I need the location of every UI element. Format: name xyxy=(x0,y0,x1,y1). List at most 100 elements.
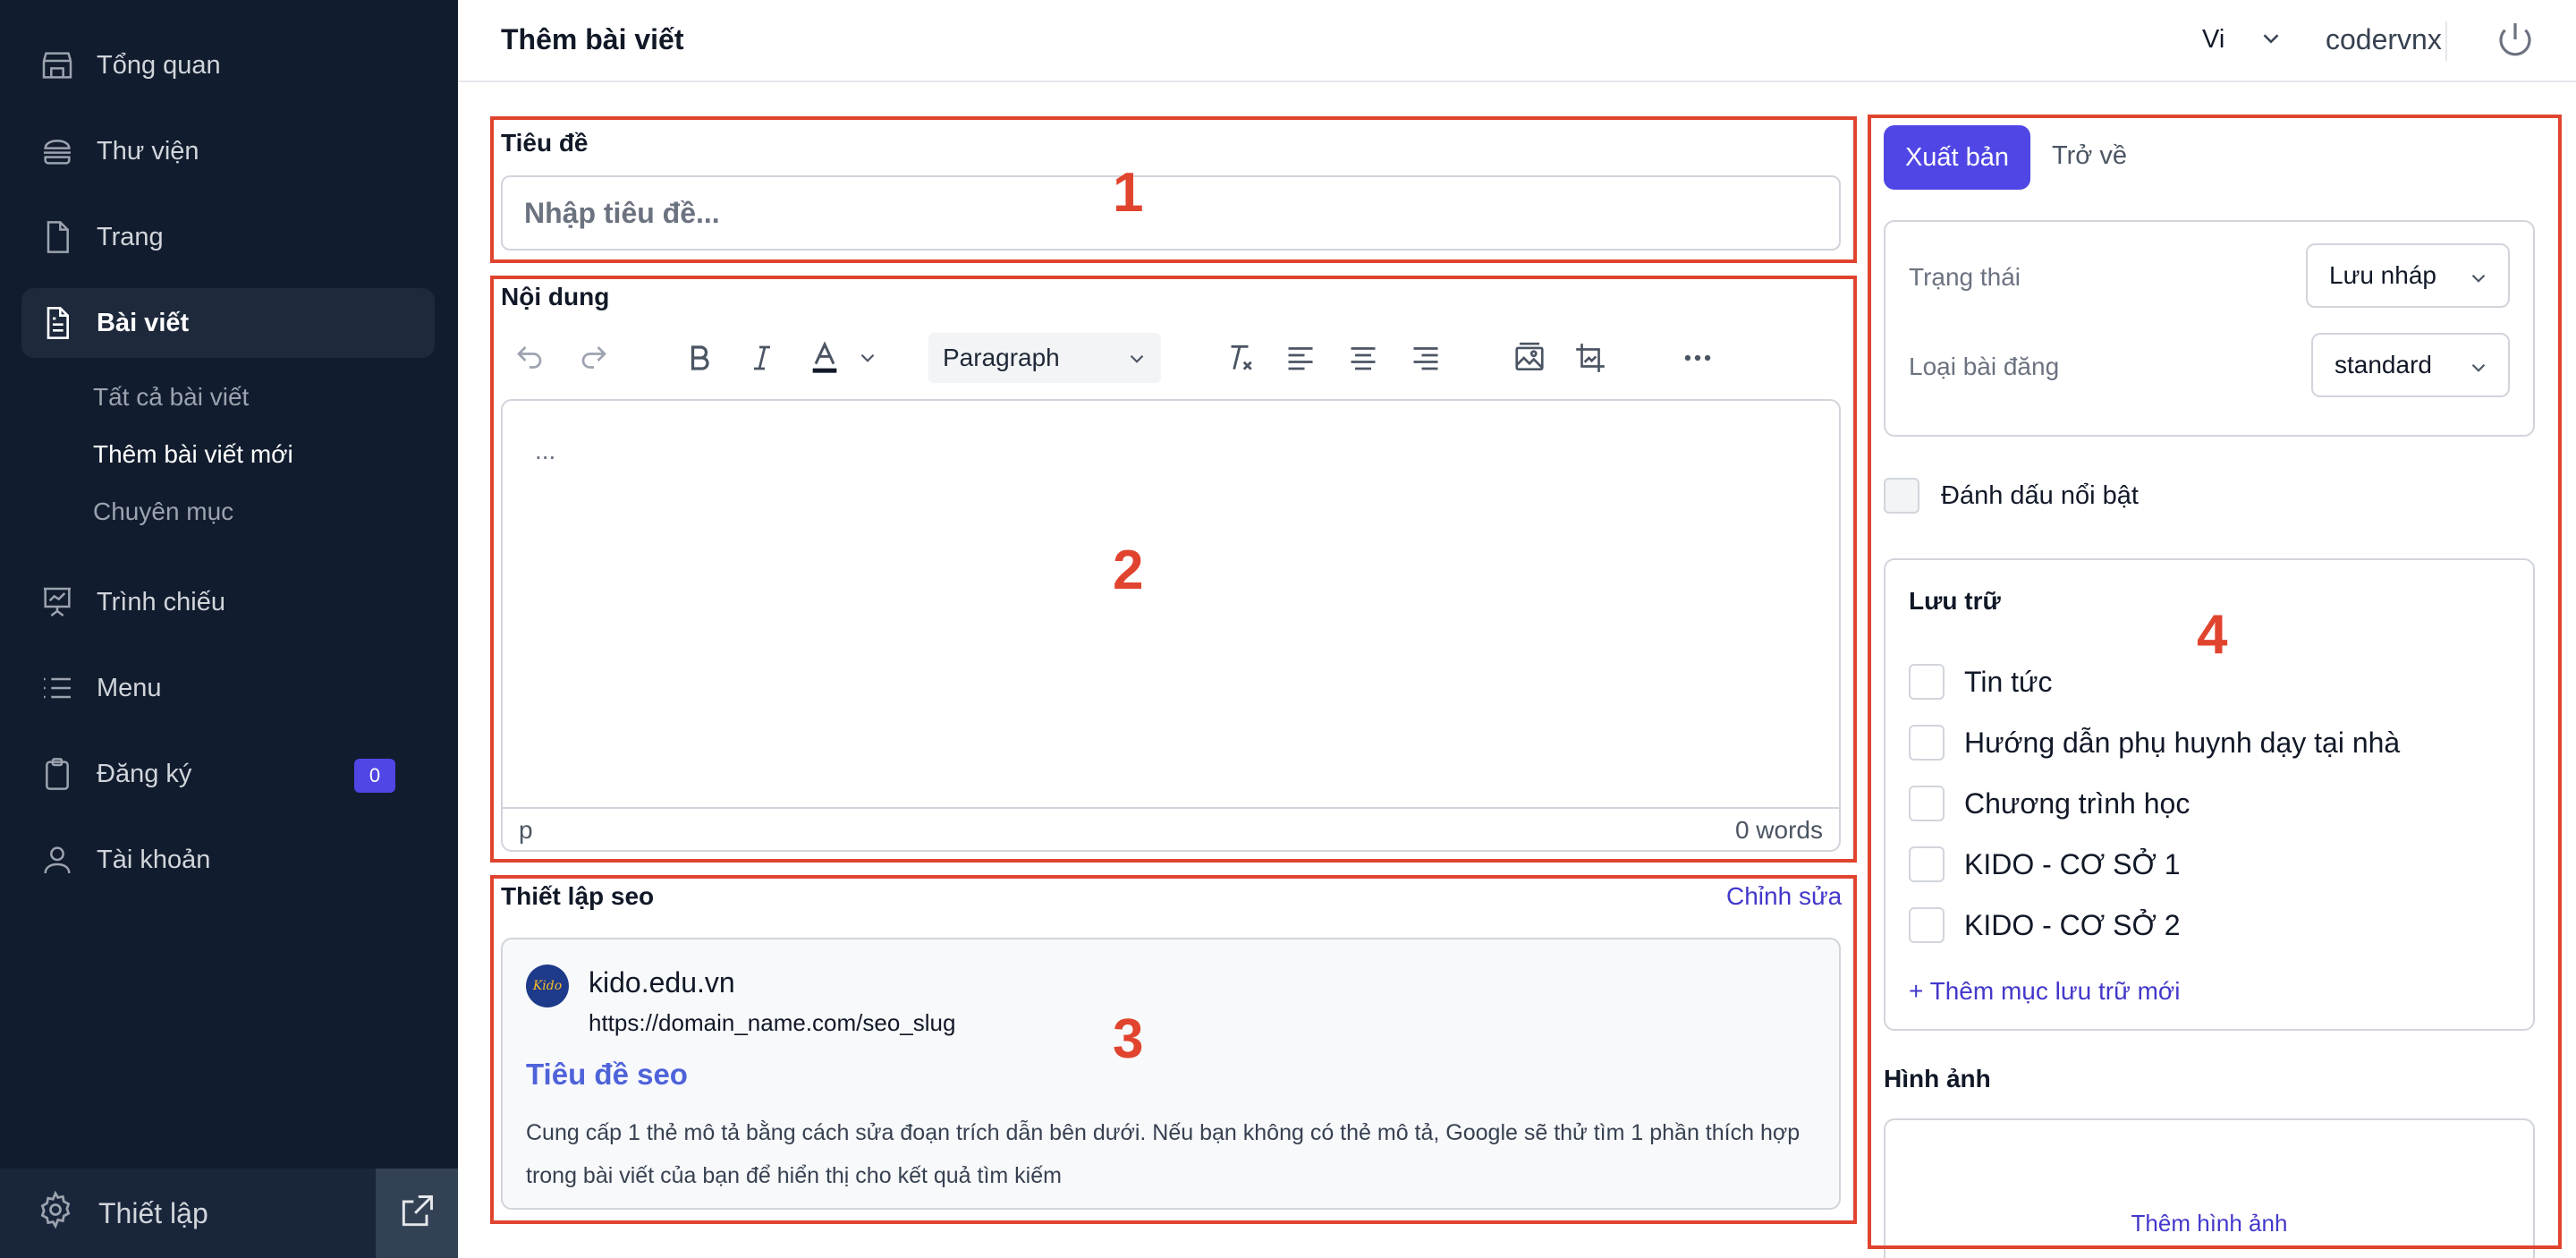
featured-label: Đánh dấu nổi bật xyxy=(1941,481,2139,510)
image-dropzone[interactable]: Thêm hình ảnh xyxy=(1884,1118,2535,1258)
italic-icon[interactable] xyxy=(737,333,787,383)
undo-icon[interactable] xyxy=(504,333,555,383)
username[interactable]: codervnx xyxy=(2326,23,2442,56)
category-row[interactable]: KIDO - CƠ SỞ 1 xyxy=(1909,846,2181,882)
featured-checkbox[interactable] xyxy=(1884,478,1919,514)
clear-formatting-icon[interactable] xyxy=(1215,333,1265,383)
sidebar-item-slideshow[interactable]: Trình chiếu xyxy=(21,567,435,637)
sidebar-item-overview[interactable]: Tổng quan xyxy=(21,30,435,100)
seo-description: Cung cấp 1 thẻ mô tả bằng cách sửa đoạn … xyxy=(526,1120,1801,1188)
chevron-down-icon[interactable] xyxy=(2258,25,2284,56)
category-row[interactable]: Hướng dẫn phụ huynh dạy tại nhà xyxy=(1909,725,2400,761)
sidebar-item-account[interactable]: Tài khoản xyxy=(21,825,435,895)
editor-statusbar: p 0 words xyxy=(503,807,1839,852)
seo-title: Tiêu đề seo xyxy=(526,1058,688,1091)
block-format-value: Paragraph xyxy=(943,344,1060,371)
category-row[interactable]: Chương trình học xyxy=(1909,786,2190,821)
category-checkbox[interactable] xyxy=(1909,846,1945,882)
seo-preview-card: Kido kido.edu.vn https://domain_name.com… xyxy=(501,938,1841,1210)
block-format-select[interactable]: Paragraph xyxy=(928,333,1161,383)
seo-label: Thiết lập seo xyxy=(501,882,655,910)
seo-edit-link[interactable]: Chỉnh sửa xyxy=(1726,882,1842,911)
annotation-number-2: 2 xyxy=(1113,540,1144,601)
title-label: Tiêu đề xyxy=(501,129,589,157)
category-label: Hướng dẫn phụ huynh dạy tại nhà xyxy=(1964,726,2401,759)
header-divider xyxy=(2445,21,2447,61)
category-label: KIDO - CƠ SỞ 1 xyxy=(1964,847,2181,880)
page-title: Thêm bài viết xyxy=(501,23,684,55)
file-text-icon xyxy=(38,303,77,343)
site-logo: Kido xyxy=(526,965,569,1007)
category-row[interactable]: Tin tức xyxy=(1909,664,2052,700)
add-category-link[interactable]: + Thêm mục lưu trữ mới xyxy=(1909,977,2181,1006)
category-label: Chương trình học xyxy=(1964,786,2190,820)
category-checkbox[interactable] xyxy=(1909,907,1945,943)
add-image-link[interactable]: Thêm hình ảnh xyxy=(1885,1210,2533,1237)
sidebar-item-posts[interactable]: Bài viết xyxy=(21,288,435,358)
sidebar: Tổng quan Thư viện Trang Bài viết Tất cả… xyxy=(0,0,458,1258)
registration-count-badge: 0 xyxy=(354,759,395,793)
chevron-down-icon xyxy=(2467,356,2490,386)
post-type-value: standard xyxy=(2334,351,2432,378)
store-icon xyxy=(38,46,77,85)
list-icon xyxy=(38,668,77,708)
sidebar-item-menu[interactable]: Menu xyxy=(21,653,435,723)
sidebar-item-label: Bài viết xyxy=(97,308,190,337)
sidebar-item-registration[interactable]: Đăng ký 0 xyxy=(21,739,435,809)
sidebar-item-library[interactable]: Thư viện xyxy=(21,116,435,186)
title-input[interactable] xyxy=(501,175,1841,251)
sidebar-item-label: Trình chiếu xyxy=(97,587,225,616)
word-count: 0 words xyxy=(1734,816,1823,844)
status-box: Trạng thái Lưu nháp Loại bài đăng standa… xyxy=(1884,220,2535,437)
status-value: Lưu nháp xyxy=(2329,261,2436,289)
sub-item-add-post[interactable]: Thêm bài viết mới xyxy=(93,440,293,469)
sidebar-item-label: Đăng ký xyxy=(97,759,192,788)
redo-icon[interactable] xyxy=(569,333,619,383)
editor-toolbar: Paragraph xyxy=(501,326,1841,390)
burger-stack-icon xyxy=(38,132,77,171)
sidebar-item-label: Trang xyxy=(97,222,164,251)
sub-item-categories[interactable]: Chuyên mục xyxy=(93,497,233,526)
more-options-icon[interactable] xyxy=(1673,333,1723,383)
annotation-number-1: 1 xyxy=(1113,162,1144,224)
presentation-icon xyxy=(38,582,77,622)
back-button[interactable]: Trở về xyxy=(2052,141,2127,171)
align-right-icon[interactable] xyxy=(1401,333,1451,383)
annotation-number-3: 3 xyxy=(1113,1008,1144,1070)
annotation-number-4: 4 xyxy=(2197,604,2228,666)
seo-domain: kido.edu.vn xyxy=(589,966,735,999)
file-icon xyxy=(38,217,77,257)
status-label: Trạng thái xyxy=(1909,263,2021,291)
category-checkbox[interactable] xyxy=(1909,786,1945,821)
top-header: Thêm bài viết Vi codervnx xyxy=(458,0,2576,82)
align-center-icon[interactable] xyxy=(1338,333,1388,383)
settings-button[interactable]: Thiết lập xyxy=(0,1169,376,1258)
bold-icon[interactable] xyxy=(674,333,724,383)
category-checkbox[interactable] xyxy=(1909,664,1945,700)
chevron-down-icon[interactable] xyxy=(843,333,893,383)
publish-button[interactable]: Xuất bản xyxy=(1884,125,2030,190)
status-select[interactable]: Lưu nháp xyxy=(2306,243,2510,308)
sub-item-all-posts[interactable]: Tất cả bài viết xyxy=(93,383,249,412)
category-checkbox[interactable] xyxy=(1909,725,1945,761)
edit-image-icon[interactable] xyxy=(1565,333,1615,383)
post-type-select[interactable]: standard xyxy=(2311,333,2510,397)
external-link-icon xyxy=(397,1192,436,1236)
language-select[interactable]: Vi xyxy=(2202,25,2224,55)
sidebar-item-pages[interactable]: Trang xyxy=(21,202,435,272)
power-icon[interactable] xyxy=(2494,18,2537,65)
sidebar-item-label: Tổng quan xyxy=(97,50,221,80)
open-site-button[interactable] xyxy=(376,1169,458,1258)
chevron-down-icon xyxy=(2467,267,2490,296)
element-path[interactable]: p xyxy=(519,816,533,845)
align-left-icon[interactable] xyxy=(1275,333,1326,383)
settings-label: Thiết lập xyxy=(98,1196,208,1229)
category-row[interactable]: KIDO - CƠ SỞ 2 xyxy=(1909,907,2181,943)
content-editor[interactable]: ... p 0 words xyxy=(501,399,1841,852)
sidebar-footer: Thiết lập xyxy=(0,1169,458,1258)
chevron-down-icon xyxy=(1125,347,1148,377)
insert-image-icon[interactable] xyxy=(1504,333,1555,383)
image-title: Hình ảnh xyxy=(1884,1065,1991,1092)
seo-url: https://domain_name.com/seo_slug xyxy=(589,1009,956,1036)
category-label: KIDO - CƠ SỞ 2 xyxy=(1964,908,2181,941)
